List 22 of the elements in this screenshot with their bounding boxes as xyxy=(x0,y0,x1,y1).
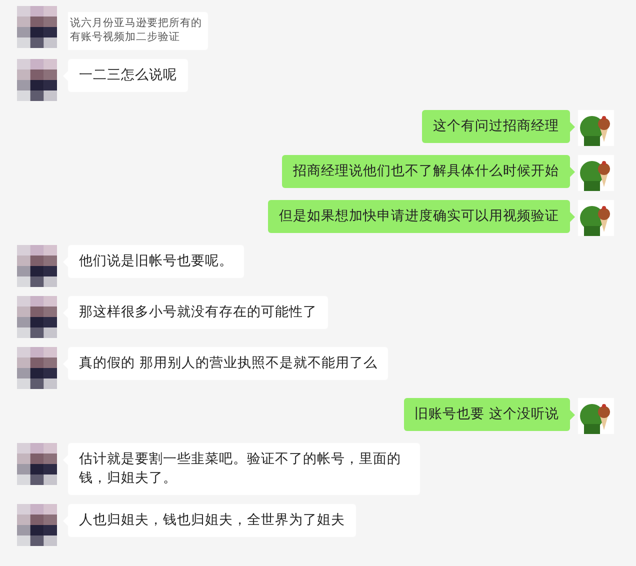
avatar-icon xyxy=(578,200,614,236)
message-bubble: 真的假的 那用别人的营业执照不是就不能用了么 xyxy=(68,347,388,380)
message-bubble: 人也归姐夫，钱也归姐夫，全世界为了姐夫 xyxy=(68,504,356,537)
message-bubble: 说六月份亚马逊要把所有的 有账号视频加二步验证 xyxy=(68,12,208,50)
avatar-icon xyxy=(17,245,57,287)
message-bubble: 估计就是要割一些韭菜吧。验证不了的帐号，里面的钱，归姐夫了。 xyxy=(68,443,420,495)
avatar-icon xyxy=(578,155,614,191)
message-bubble: 旧账号也要 这个没听说 xyxy=(404,398,570,431)
message-bubble: 但是如果想加快申请进度确实可以用视频验证 xyxy=(268,200,570,233)
message-bubble: 一二三怎么说呢 xyxy=(68,59,188,92)
avatar-icon xyxy=(17,504,57,546)
avatar-icon xyxy=(578,110,614,146)
avatar-icon xyxy=(17,443,57,485)
message-bubble: 招商经理说他们也不了解具体什么时候开始 xyxy=(282,155,570,188)
message-bubble: 他们说是旧帐号也要呢。 xyxy=(68,245,244,278)
avatar-icon xyxy=(17,296,57,338)
avatar-icon xyxy=(578,398,614,434)
avatar-icon xyxy=(17,59,57,101)
message-bubble: 那这样很多小号就没有存在的可能性了 xyxy=(68,296,328,329)
avatar-icon xyxy=(17,6,57,48)
avatar-icon xyxy=(17,347,57,389)
message-bubble: 这个有问过招商经理 xyxy=(422,110,570,143)
